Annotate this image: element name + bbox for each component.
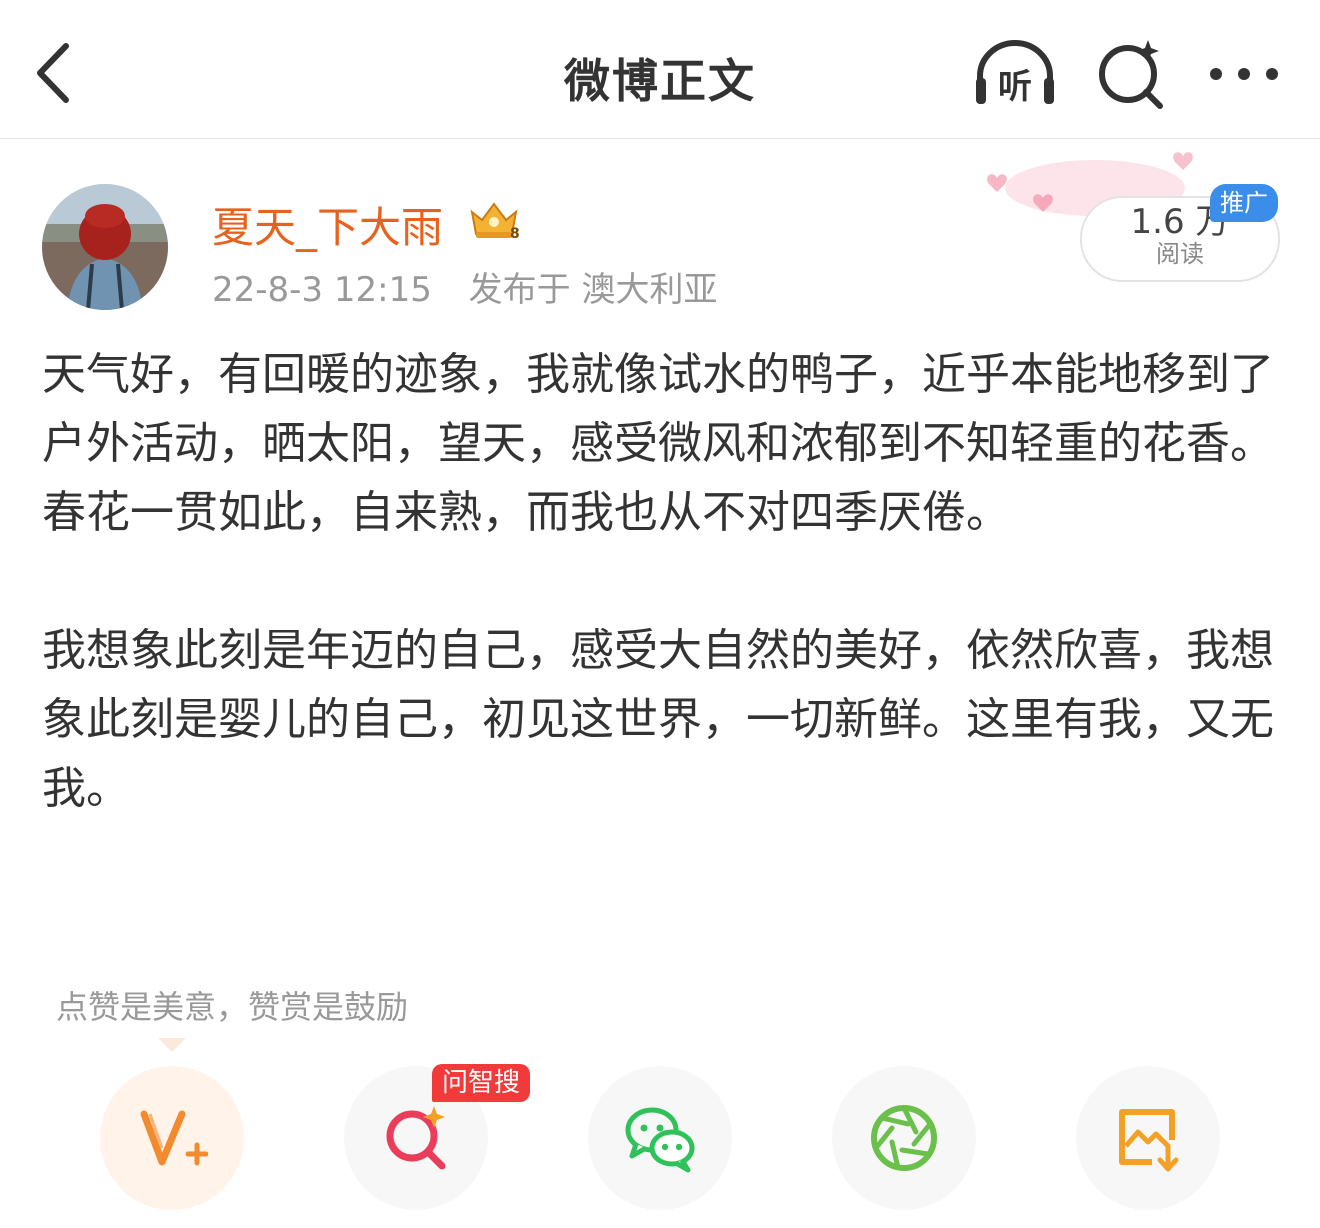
moments-aperture-icon	[871, 1105, 937, 1171]
more-button[interactable]	[1200, 36, 1290, 112]
post-paragraph: 天气好，有回暖的迹象，我就像试水的鸭子，近乎本能地移到了户外活动，晒太阳，望天，…	[42, 349, 1274, 538]
wechat-icon	[625, 1107, 695, 1173]
read-label: 阅读	[1156, 240, 1204, 268]
search-sparkle-icon	[1099, 40, 1163, 109]
smart-search-button[interactable]	[1090, 36, 1180, 112]
hint-pointer-icon	[158, 1038, 186, 1052]
v-plus-icon	[140, 1110, 208, 1166]
promote-badge[interactable]: 推广	[1210, 184, 1278, 222]
author-name[interactable]: 夏天_下大雨	[212, 194, 443, 255]
post-location: 发布于 澳大利亚	[468, 270, 718, 310]
save-image-button[interactable]	[1076, 1066, 1220, 1210]
search-sparkle-icon	[386, 1106, 446, 1170]
post-time: 22-8-3 12:15	[212, 270, 432, 310]
nav-bar: 微博正文 听	[0, 0, 1320, 139]
post-body: 天气好，有回暖的迹象，我就像试水的鸭子，近乎本能地移到了户外活动，晒太阳，望天，…	[42, 340, 1282, 823]
listen-button[interactable]: 听	[970, 36, 1060, 112]
more-dots-icon	[1210, 68, 1278, 80]
share-wechat-button[interactable]	[588, 1066, 732, 1210]
smart-search-badge: 问智搜	[432, 1064, 531, 1102]
save-image-icon	[1119, 1109, 1179, 1172]
post-paragraph: 我想象此刻是年迈的自己，感受大自然的美好，依然欣喜，我想象此刻是婴儿的自己，初见…	[42, 625, 1274, 814]
avatar-image	[42, 184, 168, 310]
share-moments-button[interactable]	[832, 1066, 976, 1210]
avatar[interactable]	[42, 184, 168, 310]
post-meta: 22-8-3 12:15 发布于 澳大利亚	[212, 262, 717, 311]
reward-hint: 点赞是美意，赞赏是鼓励	[56, 988, 409, 1026]
vip-crown-icon[interactable]: 8	[466, 198, 522, 242]
listen-label: 听	[998, 67, 1032, 107]
svg-text:8: 8	[510, 226, 520, 242]
reward-button[interactable]	[100, 1066, 244, 1210]
headphones-icon: 听	[976, 40, 1054, 107]
